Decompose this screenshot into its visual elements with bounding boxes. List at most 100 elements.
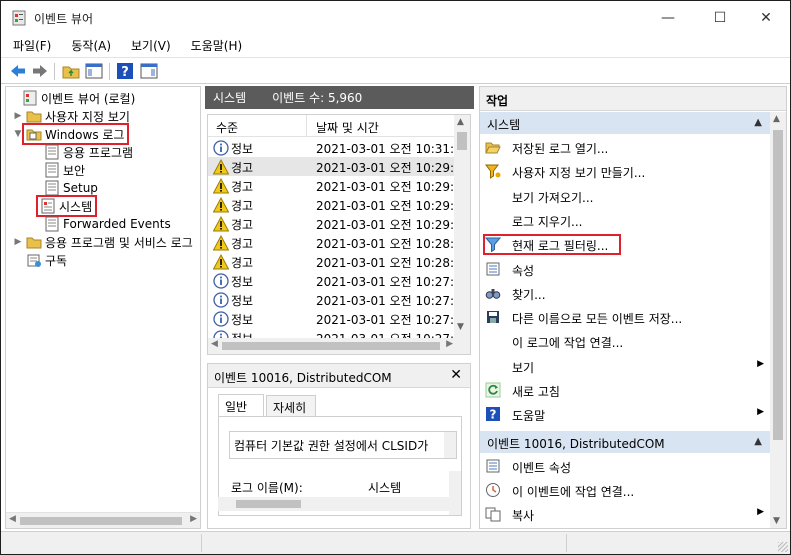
copy-icon <box>485 507 501 522</box>
scroll-up-icon[interactable]: ▲ <box>457 117 464 127</box>
scroll-left-icon[interactable]: ◀ <box>9 514 16 524</box>
event-viewer-window: 이벤트 뷰어 — ☐ ✕ 파일(F) 동작(A) 보기(V) 도움말(H) ? … <box>0 0 791 555</box>
event-level: 경고 <box>231 256 254 270</box>
action-label: 다른 이름으로 모든 이벤트 저장... <box>512 312 683 327</box>
column-divider[interactable] <box>306 115 307 137</box>
tree-item-subscriptions[interactable]: 구독 <box>12 251 67 269</box>
scroll-thumb[interactable] <box>773 130 783 440</box>
scroll-down-icon[interactable]: ▼ <box>773 516 780 526</box>
event-datetime: 2021-03-01 오전 10:27:... <box>316 294 466 308</box>
close-detail-button[interactable]: ✕ <box>450 367 462 383</box>
scroll-thumb[interactable] <box>222 342 440 350</box>
event-row[interactable]: 경고 2021-03-01 오전 10:29:... <box>208 214 466 233</box>
event-row[interactable]: 경고 2021-03-01 오전 10:29:... <box>208 157 466 176</box>
tree-label: Setup <box>63 181 98 195</box>
action-items_system-11[interactable]: ? 도움말 ▶ <box>480 403 770 425</box>
scroll-thumb[interactable] <box>20 517 182 525</box>
event-count: 이벤트 수: 5,960 <box>272 91 363 105</box>
scroll-thumb[interactable] <box>236 500 301 508</box>
tab-details[interactable]: 자세히 <box>266 395 316 416</box>
action-items_system-3[interactable]: 로그 지우기... <box>480 209 770 231</box>
collapse-triangle-icon[interactable]: ▲ <box>754 436 762 447</box>
minimize-button[interactable]: — <box>645 1 691 34</box>
action-items_system-0[interactable]: 저장된 로그 열기... <box>480 136 770 158</box>
help-icon[interactable]: ? <box>116 62 134 80</box>
action-items_system-10[interactable]: 새로 고침 <box>480 379 770 401</box>
description-scrollbar[interactable] <box>444 432 456 458</box>
action-items_event-0[interactable]: 이벤트 속성 <box>480 455 770 477</box>
tree-item-system[interactable]: 시스템 <box>35 195 98 217</box>
log-name-value: 시스템 <box>368 481 402 495</box>
event-description[interactable]: 컴퓨터 기본값 권한 설정에서 CLSID가 <box>229 431 457 459</box>
actions-vertical-scrollbar[interactable]: ▲ ▼ <box>770 112 786 528</box>
scroll-left-icon[interactable]: ◀ <box>211 339 218 349</box>
scroll-down-icon[interactable]: ▼ <box>457 322 464 332</box>
event-row[interactable]: 정보 2021-03-01 오전 10:27:... <box>208 309 466 328</box>
tree-item-forwarded-events[interactable]: Forwarded Events <box>42 215 171 233</box>
event-row[interactable]: 경고 2021-03-01 오전 10:29:... <box>208 176 466 195</box>
event-list-horizontal-scrollbar[interactable]: ◀ ▶ <box>208 338 456 354</box>
actions-section-event[interactable]: 이벤트 10016, DistributedCOM ▲ <box>480 430 770 453</box>
info-icon <box>213 292 229 308</box>
tree-item-security[interactable]: 보안 <box>42 161 85 179</box>
action-items_system-7[interactable]: 다른 이름으로 모든 이벤트 저장... <box>480 306 770 328</box>
action-items_system-8[interactable]: 이 로그에 작업 연결... <box>480 330 770 352</box>
event-row[interactable]: 경고 2021-03-01 오전 10:28:... <box>208 233 466 252</box>
menu-view[interactable]: 보기(V) <box>119 37 179 54</box>
back-arrow-icon[interactable] <box>9 62 27 80</box>
tree-item-application[interactable]: 응용 프로그램 <box>42 143 133 161</box>
collapse-arrow-icon[interactable]: ▼ <box>12 129 24 139</box>
action-items_system-6[interactable]: 찾기... <box>480 282 770 304</box>
menu-help[interactable]: 도움말(H) <box>179 37 251 54</box>
menu-file[interactable]: 파일(F) <box>1 37 59 54</box>
tree-item-apps-services-logs[interactable]: ▶ 응용 프로그램 및 서비스 로그 <box>12 233 193 251</box>
event-datetime: 2021-03-01 오전 10:28:... <box>316 237 466 251</box>
event-row[interactable]: 정보 2021-03-01 오전 10:27:... <box>208 271 466 290</box>
show-hide-action-pane-icon[interactable] <box>140 62 158 80</box>
filter-icon <box>485 237 501 253</box>
action-items_system-2[interactable]: 보기 가져오기... <box>480 185 770 207</box>
action-items_event-2[interactable]: 복사 ▶ <box>480 503 770 525</box>
event-row[interactable]: 정보 2021-03-01 오전 10:27:... <box>208 290 466 309</box>
column-header-datetime[interactable]: 날짜 및 시간 <box>316 119 379 136</box>
show-hide-tree-icon[interactable] <box>85 62 103 80</box>
forward-arrow-icon[interactable] <box>31 62 49 80</box>
tree-item-event-viewer-local[interactable]: 이벤트 뷰어 (로컬) <box>8 89 135 107</box>
action-items_system-4[interactable]: 현재 로그 필터링... <box>480 233 770 256</box>
event-row[interactable]: 경고 2021-03-01 오전 10:29:... <box>208 195 466 214</box>
action-items_system-5[interactable]: 속성 <box>480 258 770 280</box>
windows-logs-highlight: Windows 로그 <box>21 123 130 145</box>
tree-item-windows-logs[interactable]: ▼ Windows 로그 <box>12 123 130 145</box>
tab-general[interactable]: 일반 <box>218 394 264 417</box>
tree-item-setup[interactable]: Setup <box>42 179 98 197</box>
expand-arrow-icon[interactable]: ▶ <box>12 111 24 121</box>
event-row[interactable]: 정보 2021-03-01 오전 10:31:... <box>208 138 466 157</box>
action-items_system-1[interactable]: 사용자 지정 보기 만들기... <box>480 160 770 182</box>
detail-horizontal-scrollbar[interactable] <box>218 497 450 511</box>
scroll-right-icon[interactable]: ▶ <box>446 339 453 349</box>
action-items_event-1[interactable]: 이 이벤트에 작업 연결... <box>480 479 770 501</box>
event-row[interactable]: 경고 2021-03-01 오전 10:28:... <box>208 252 466 271</box>
menu-action[interactable]: 동작(A) <box>59 37 119 54</box>
event-list-vertical-scrollbar[interactable]: ▲ ▼ <box>454 115 470 354</box>
folder-icon <box>26 111 42 123</box>
expand-arrow-icon[interactable]: ▶ <box>12 237 24 247</box>
detail-vertical-scrollbar[interactable] <box>449 471 461 515</box>
maximize-button[interactable]: ☐ <box>697 1 743 34</box>
actions-section-system[interactable]: 시스템 ▲ <box>480 112 770 134</box>
event-level: 경고 <box>231 180 254 194</box>
resize-grip[interactable] <box>778 542 788 552</box>
close-button[interactable]: ✕ <box>743 1 789 34</box>
column-header-level[interactable]: 수준 <box>216 119 238 136</box>
tree-horizontal-scrollbar[interactable]: ◀ ▶ <box>6 512 200 528</box>
folder-up-icon[interactable] <box>62 62 80 80</box>
action-items_system-9[interactable]: 보기 ▶ <box>480 355 770 377</box>
scroll-up-icon[interactable]: ▲ <box>773 114 780 124</box>
scroll-right-icon[interactable]: ▶ <box>190 514 197 524</box>
event-list: 수준 날짜 및 시간 정보 2021-03-01 오전 10:31:... 경고 20… <box>207 114 471 355</box>
tree-item-custom-views[interactable]: ▶ 사용자 지정 보기 <box>12 107 130 125</box>
scroll-thumb[interactable] <box>457 132 467 150</box>
action-label: 새로 고침 <box>512 385 560 399</box>
collapse-triangle-icon[interactable]: ▲ <box>754 117 762 128</box>
binoculars-icon <box>485 288 501 299</box>
